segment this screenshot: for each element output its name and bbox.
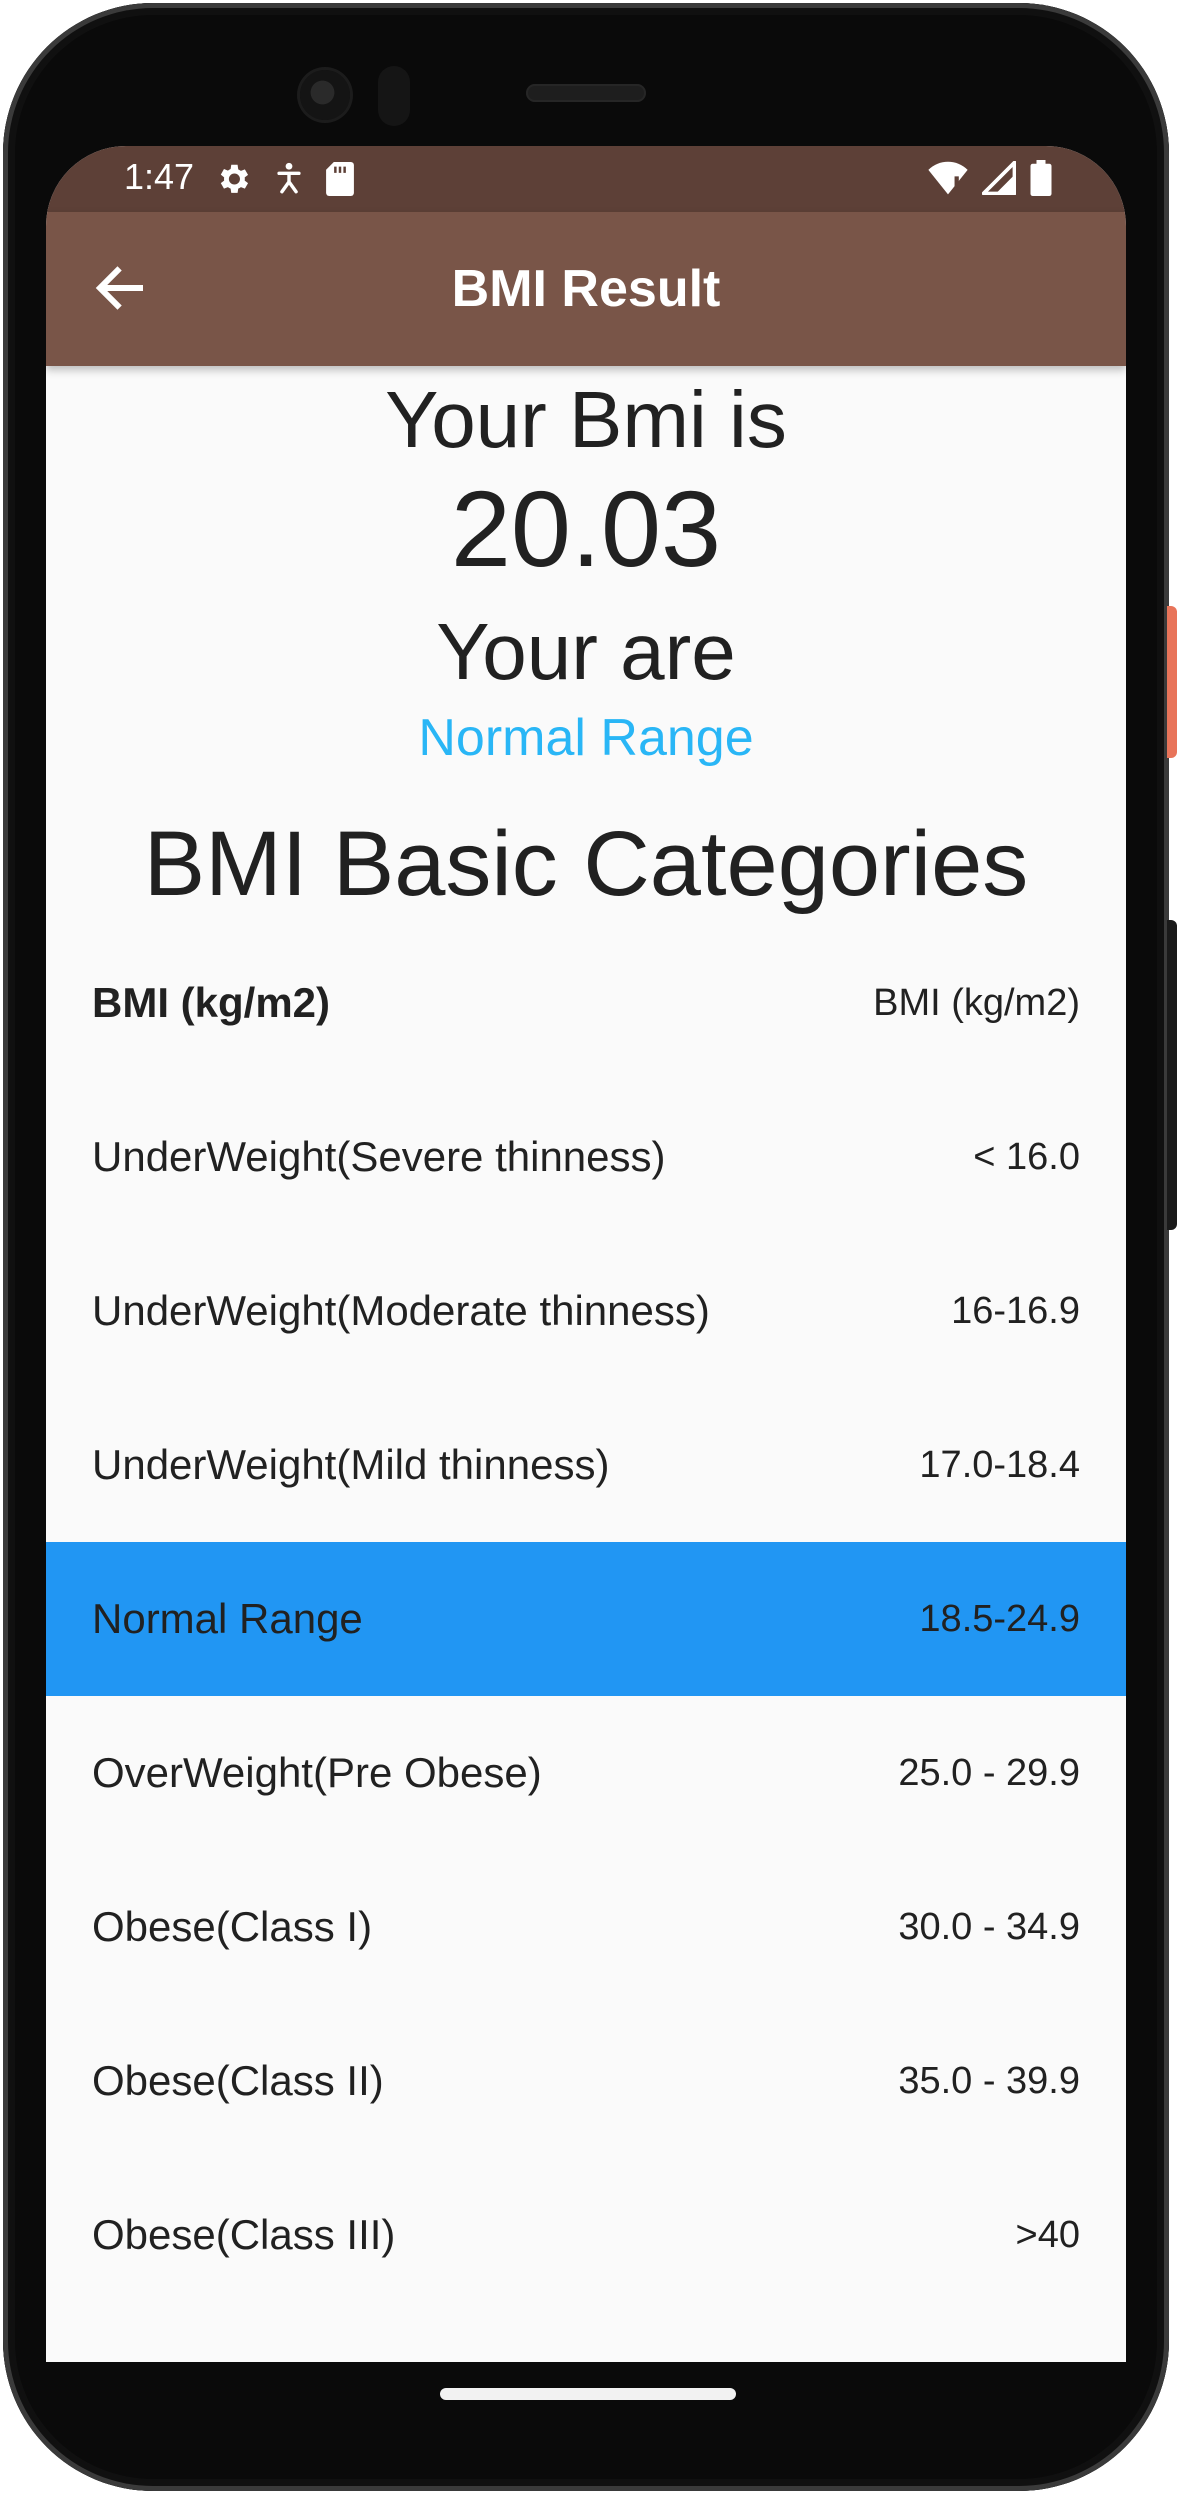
category-name: UnderWeight(Mild thinness) (92, 1441, 610, 1488)
bmi-range: Normal Range (418, 709, 754, 767)
category-value: 35.0 - 39.9 (898, 2059, 1080, 2102)
header-name: BMI (kg/m2) (92, 979, 331, 1026)
table-row: Obese(Class II) 35.0 - 39.9 (46, 2004, 1126, 2158)
app-bar: BMI Result (46, 212, 1126, 366)
screen: 1:47 BMI Result Your Bmi is 20.03 Your a… (46, 146, 1126, 2362)
you-are-label: Your are (436, 607, 736, 696)
table-row: Obese(Class I) 30.0 - 34.9 (46, 1850, 1126, 2004)
table-row: UnderWeight(Moderate thinness) 16-16.9 (46, 1234, 1126, 1388)
table-row-highlighted: Normal Range 18.5-24.9 (46, 1542, 1126, 1696)
category-name: UnderWeight(Severe thinness) (92, 1133, 666, 1180)
front-camera (300, 70, 350, 120)
accessibility-icon (277, 162, 301, 194)
settings-icon (220, 164, 249, 193)
category-name: Normal Range (92, 1595, 363, 1642)
table-row: Obese(Class III) >40 (46, 2158, 1126, 2312)
category-value: 25.0 - 29.9 (898, 1751, 1080, 1794)
table-header-row: BMI (kg/m2) BMI (kg/m2) (46, 926, 1126, 1080)
status-time: 1:47 (124, 156, 195, 197)
category-value: 16-16.9 (951, 1289, 1080, 1332)
volume-button (1167, 920, 1177, 1230)
wifi-icon (928, 161, 968, 195)
home-indicator[interactable] (440, 2388, 736, 2400)
page-title: BMI Result (451, 260, 721, 318)
status-bar: 1:47 (46, 146, 1126, 212)
header-value: BMI (kg/m2) (873, 981, 1080, 1024)
sd-card-icon (326, 162, 354, 196)
category-value: 18.5-24.9 (919, 1597, 1080, 1640)
earpiece-speaker (526, 84, 646, 102)
category-name: Obese(Class II) (92, 2057, 384, 2104)
category-name: Obese(Class I) (92, 1903, 373, 1950)
bmi-value: 20.03 (450, 468, 722, 589)
battery-icon (1030, 160, 1052, 196)
power-button (1167, 606, 1177, 758)
category-name: OverWeight(Pre Obese) (92, 1749, 542, 1796)
categories-title: BMI Basic Categories (143, 813, 1029, 915)
back-arrow-icon[interactable] (90, 258, 150, 318)
bmi-label: Your Bmi is (385, 375, 787, 464)
navigation-bar (0, 2362, 1178, 2498)
table-row: UnderWeight(Severe thinness) < 16.0 (46, 1080, 1126, 1234)
category-name: UnderWeight(Moderate thinness) (92, 1287, 710, 1334)
signal-icon (982, 161, 1016, 195)
proximity-sensor (378, 66, 410, 126)
table-row: UnderWeight(Mild thinness) 17.0-18.4 (46, 1388, 1126, 1542)
table-row: OverWeight(Pre Obese) 25.0 - 29.9 (46, 1696, 1126, 1850)
category-name: Obese(Class III) (92, 2211, 396, 2258)
category-value: < 16.0 (973, 1135, 1080, 1178)
category-value: >40 (1015, 2213, 1080, 2256)
category-value: 30.0 - 34.9 (898, 1905, 1080, 1948)
category-value: 17.0-18.4 (919, 1443, 1080, 1486)
